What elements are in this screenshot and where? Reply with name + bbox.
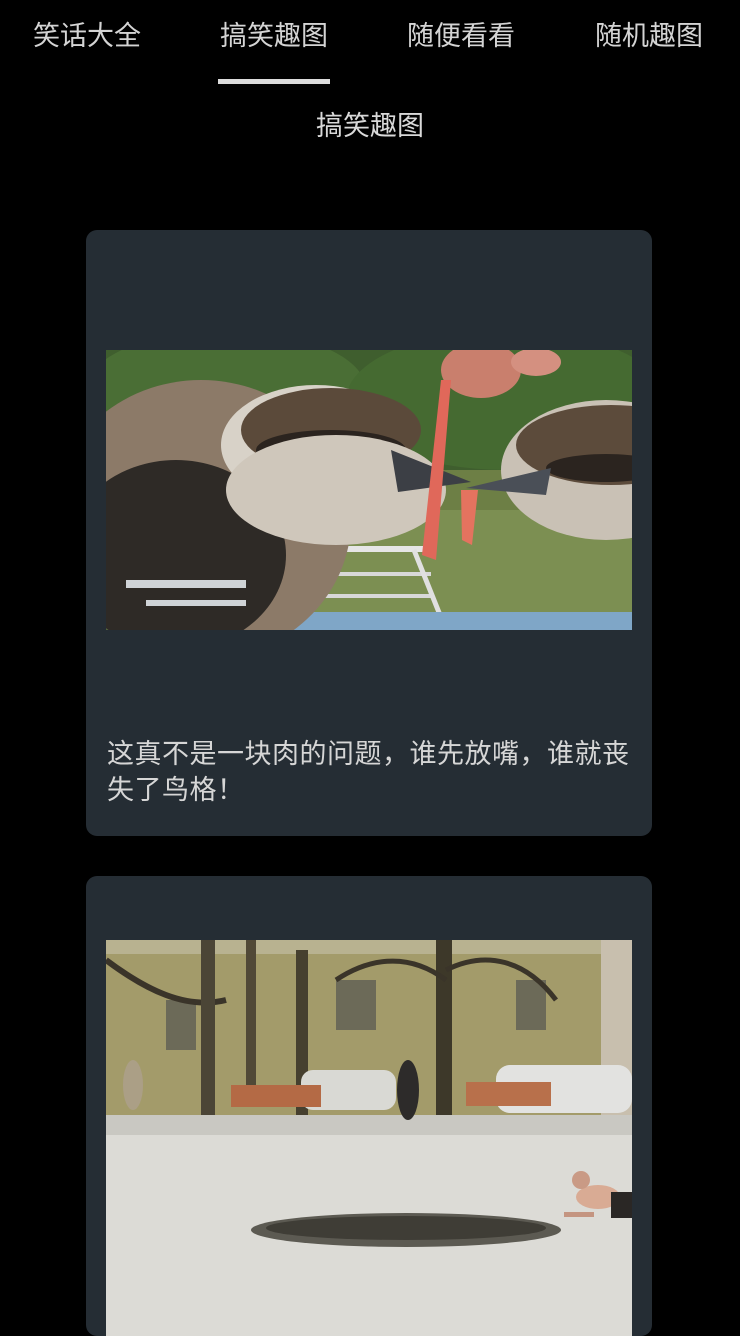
tab-label: 搞笑趣图 [220,21,328,52]
top-tab-bar: 笑话大全 搞笑趣图 随便看看 随机趣图 [0,0,740,84]
post-caption: 这真不是一块肉的问题，谁先放嘴，谁就丧失了鸟格！ [107,739,630,806]
post-image[interactable] [106,940,632,1336]
feed-card[interactable]: 这真不是一块肉的问题，谁先放嘴，谁就丧失了鸟格！ [86,230,652,836]
post-image[interactable] [106,350,632,630]
tab-label: 笑话大全 [33,21,141,52]
active-tab-indicator [218,79,330,84]
tab-funny-pictures[interactable]: 搞笑趣图 [199,0,349,84]
tab-random-pictures[interactable]: 随机趣图 [574,0,724,84]
feed-card[interactable] [86,876,652,1336]
tab-label: 随便看看 [407,21,515,52]
tab-browse[interactable]: 随便看看 [386,0,536,84]
tab-jokes[interactable]: 笑话大全 [12,0,162,84]
page-title: 搞笑趣图 [316,111,424,142]
tab-label: 随机趣图 [595,21,703,52]
